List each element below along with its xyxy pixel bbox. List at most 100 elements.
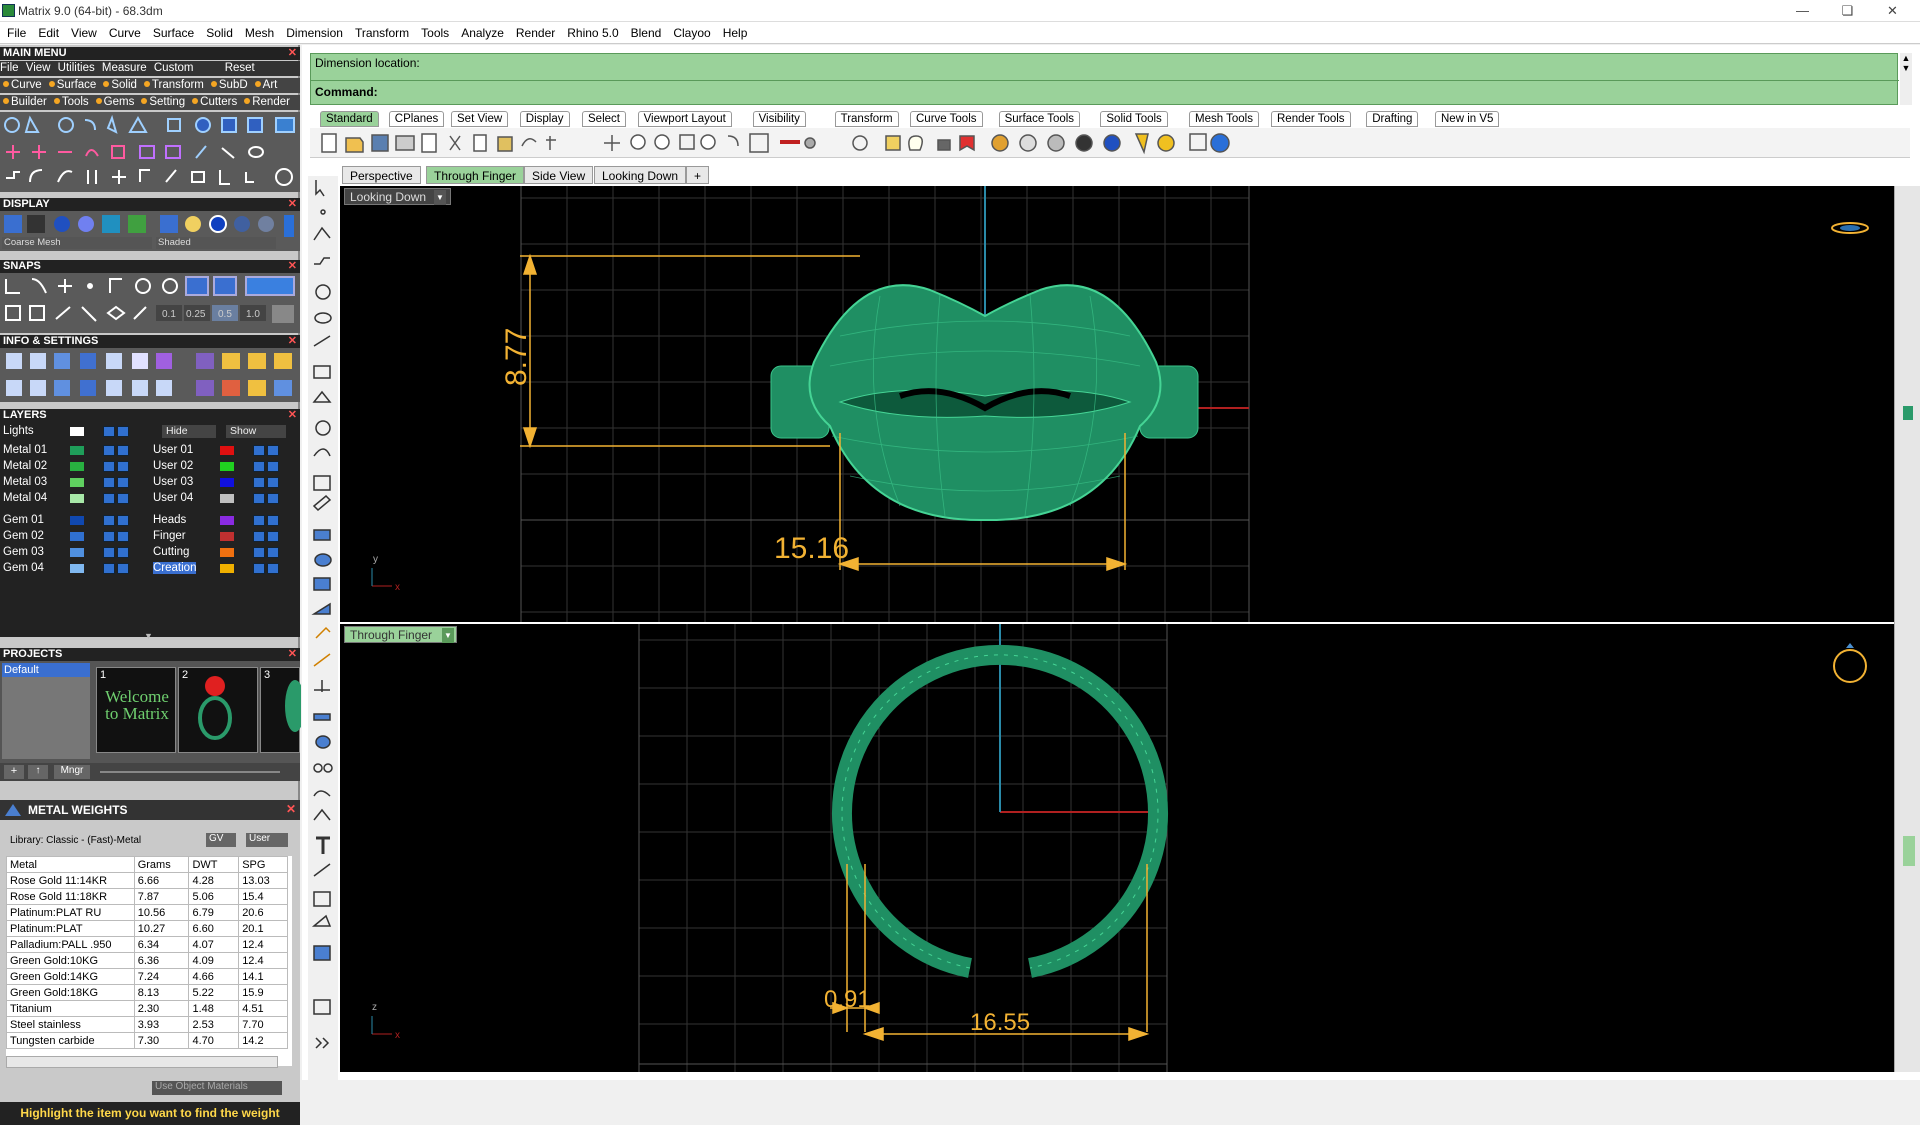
mesh-dropdown[interactable]: Coarse Mesh: [2, 237, 152, 249]
toolbar-tab-standard[interactable]: Standard: [320, 111, 379, 127]
table-row[interactable]: Green Gold:18KG 8.13 5.22 15.9: [6, 984, 288, 1001]
visibility-icon[interactable]: [117, 477, 129, 488]
toolbar-tab-select[interactable]: Select: [582, 111, 626, 127]
cat-builder[interactable]: Builder: [11, 96, 47, 108]
table-row[interactable]: Titanium 2.30 1.48 4.51: [6, 1000, 288, 1017]
layer-row-gem-03[interactable]: Gem 03: [3, 545, 143, 560]
project-default[interactable]: Default: [2, 663, 90, 677]
layer-color-swatch[interactable]: [69, 477, 85, 488]
visibility-icon[interactable]: [117, 461, 129, 472]
ring-preview-icon[interactable]: [1831, 222, 1869, 234]
toolbar-tab-visibility[interactable]: Visibility: [752, 111, 806, 127]
snap-value-3[interactable]: 1.0: [246, 309, 260, 320]
minimize-button[interactable]: —: [1780, 0, 1825, 22]
user-toggle[interactable]: User: [246, 833, 288, 847]
lock-icon[interactable]: [103, 445, 115, 456]
gv-toggle[interactable]: GV: [206, 833, 236, 847]
snap-value-1[interactable]: 0.25: [186, 309, 206, 320]
layer-color-swatch[interactable]: [69, 515, 85, 526]
menu-dimension[interactable]: Dimension: [279, 22, 348, 40]
mm-view[interactable]: View: [26, 62, 51, 74]
ring-preview-icon[interactable]: [1833, 643, 1867, 683]
main-tool-icons[interactable]: [0, 112, 300, 192]
layer-row-finger[interactable]: Finger: [153, 529, 293, 544]
looking-down-canvas[interactable]: 15.16 8.77 y x: [340, 186, 1894, 622]
lock-icon[interactable]: [253, 547, 265, 558]
project-slider[interactable]: [100, 771, 280, 773]
maximize-button[interactable]: ❏: [1825, 0, 1870, 22]
layer-row-user-01[interactable]: User 01: [153, 443, 293, 458]
close-icon[interactable]: ✕: [288, 648, 297, 661]
mm-reset[interactable]: Reset: [225, 62, 255, 74]
table-row[interactable]: Steel stainless 3.93 2.53 7.70: [6, 1016, 288, 1033]
layer-color-swatch[interactable]: [69, 547, 85, 558]
table-row[interactable]: Rose Gold 11:18KR 7.87 5.06 15.4: [6, 888, 288, 905]
snap-value-0[interactable]: 0.1: [162, 309, 176, 320]
layer-lights[interactable]: Lights: [3, 424, 143, 439]
lock-icon[interactable]: [103, 461, 115, 472]
view-tab-side-view[interactable]: Side View: [524, 166, 594, 184]
menu-analyze[interactable]: Analyze: [454, 22, 509, 40]
close-icon[interactable]: ✕: [288, 47, 297, 60]
menu-transform[interactable]: Transform: [348, 22, 414, 40]
layer-row-user-03[interactable]: User 03: [153, 475, 293, 490]
chevron-down-icon[interactable]: ▼: [442, 628, 454, 643]
visibility-icon[interactable]: [117, 531, 129, 542]
table-row[interactable]: Green Gold:10KG 6.36 4.09 12.4: [6, 952, 288, 969]
visibility-icon[interactable]: [267, 563, 279, 574]
viewport-label-through-finger[interactable]: Through Finger: [344, 626, 458, 643]
grid-icon[interactable]: [272, 305, 294, 323]
layer-row-gem-01[interactable]: Gem 01: [3, 513, 143, 528]
visibility-icon[interactable]: [267, 531, 279, 542]
mm-utilities[interactable]: Utilities: [58, 62, 95, 74]
up-project-button[interactable]: ↑: [28, 765, 48, 779]
layer-color-swatch[interactable]: [69, 531, 85, 542]
visibility-icon[interactable]: [267, 445, 279, 456]
cat-art[interactable]: Art: [263, 79, 278, 91]
visibility-icon[interactable]: [117, 547, 129, 558]
layer-row-metal-04[interactable]: Metal 04: [3, 491, 143, 506]
menu-render[interactable]: Render: [509, 22, 560, 40]
toolbar-tab-display[interactable]: Display: [519, 111, 570, 127]
visibility-icon[interactable]: [117, 445, 129, 456]
lock-icon[interactable]: [253, 563, 265, 574]
lips-ring-shape[interactable]: [770, 284, 1199, 522]
col-spg[interactable]: SPG: [238, 856, 288, 873]
lock-icon[interactable]: [253, 493, 265, 504]
view-tab-through-finger[interactable]: Through Finger: [426, 166, 525, 184]
hide-button[interactable]: Hide: [162, 425, 216, 438]
table-row[interactable]: Palladium:PALL .950 6.34 4.07 12.4: [6, 936, 288, 953]
add-project-button[interactable]: +: [4, 765, 24, 779]
toolbar-tab-transform[interactable]: Transform: [834, 111, 899, 127]
command-scroll[interactable]: ▲ ▼: [1900, 53, 1912, 105]
layer-color-swatch[interactable]: [219, 515, 235, 526]
layer-color-swatch[interactable]: [69, 493, 85, 504]
project-list[interactable]: Default: [2, 663, 90, 759]
layer-color-swatch[interactable]: [69, 461, 85, 472]
toolbar-tab-drafting[interactable]: Drafting: [1366, 111, 1419, 127]
command-prompt[interactable]: Command:: [315, 85, 378, 99]
right-scroll-strip[interactable]: [1894, 186, 1920, 1072]
layer-color-swatch[interactable]: [219, 493, 235, 504]
layer-color-swatch[interactable]: [69, 445, 85, 456]
col-dwt[interactable]: DWT: [188, 856, 240, 873]
cat-surface[interactable]: Surface: [57, 79, 97, 91]
lock-icon[interactable]: [253, 477, 265, 488]
visibility-icon[interactable]: [267, 461, 279, 472]
layer-color-swatch[interactable]: [219, 531, 235, 542]
toolbar-tab-mesh-tools[interactable]: Mesh Tools: [1189, 111, 1259, 127]
lock-icon[interactable]: [103, 515, 115, 526]
visibility-icon[interactable]: [117, 493, 129, 504]
menu-mesh[interactable]: Mesh: [238, 22, 279, 40]
info-icons[interactable]: [0, 348, 300, 402]
snap-icons[interactable]: 0.1 0.25 0.5 1.0: [0, 273, 300, 333]
close-icon[interactable]: ✕: [288, 409, 297, 422]
menu-file[interactable]: File: [0, 22, 31, 40]
menu-tools[interactable]: Tools: [414, 22, 454, 40]
close-icon[interactable]: ✕: [288, 335, 297, 348]
layer-color-swatch[interactable]: [219, 461, 235, 472]
mm-measure[interactable]: Measure: [102, 62, 147, 74]
menu-clayoo[interactable]: Clayoo: [666, 22, 715, 40]
cat-curve[interactable]: Curve: [11, 79, 42, 91]
toolbar-tab-viewport-layout[interactable]: Viewport Layout: [637, 111, 732, 127]
